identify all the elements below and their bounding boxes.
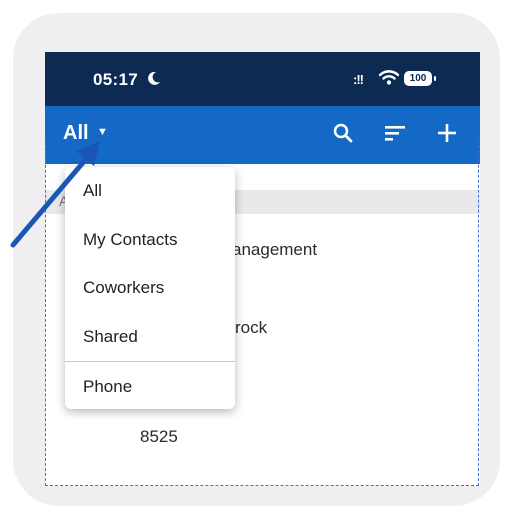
annotation-arrow-icon [10,141,100,248]
